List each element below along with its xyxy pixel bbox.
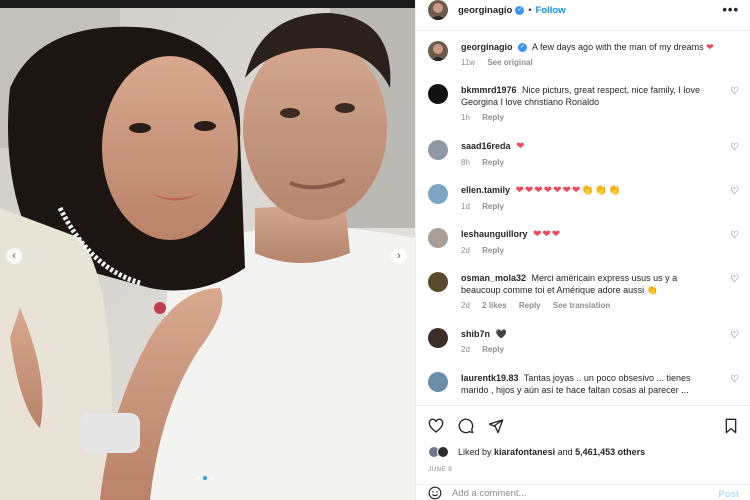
avatar[interactable] [428, 228, 448, 248]
comment-meta: 2d Reply [461, 245, 716, 257]
post-button[interactable]: Post [718, 489, 739, 500]
comment-meta: 2d Reply [461, 344, 716, 356]
comment-age: 2d [461, 246, 470, 255]
heart-icon[interactable]: ♡ [730, 186, 739, 197]
comments-list[interactable]: georginagio ✓ A few days ago with the ma… [416, 30, 750, 405]
caption-age: 11w [461, 58, 476, 67]
post-date: JUNE 8 [428, 466, 453, 473]
comment-age: 2d [461, 345, 470, 354]
share-icon[interactable] [488, 418, 504, 434]
likes-count[interactable]: 2 likes [482, 301, 506, 310]
caption-meta: 11w See original [461, 57, 716, 69]
avatar [437, 446, 449, 458]
reply-button[interactable]: Reply [482, 246, 504, 255]
liked-by-user[interactable]: kiarafontanesi [494, 447, 555, 457]
avatar[interactable] [428, 41, 448, 61]
action-icons [428, 418, 504, 434]
comment-username[interactable]: osman_mola32 [461, 273, 526, 283]
reply-button[interactable]: Reply [482, 158, 504, 167]
instagram-post-view: ‹ › georginagio ✓ • Follow ••• georginag… [0, 0, 750, 500]
heart-icon[interactable]: ♡ [730, 330, 739, 341]
comment-text: ❤❤❤ [533, 229, 562, 240]
comment-body: bkmmrd1976 Nice picturs, great respect, … [461, 84, 716, 124]
post-photo[interactable]: ‹ › [0, 8, 415, 500]
caption-username[interactable]: georginagio [461, 42, 513, 52]
liked-count[interactable]: 5,461,453 others [575, 447, 645, 457]
heart-icon[interactable] [428, 418, 444, 434]
comment-body: laurentk19.83 Tantas joyas .. un poco ob… [461, 372, 716, 396]
emoji-icon[interactable] [428, 486, 442, 500]
avatar[interactable] [428, 328, 448, 348]
more-options-icon[interactable]: ••• [722, 2, 739, 17]
comment-meta: 8h Reply [461, 157, 716, 169]
comment-body: shib7n 🖤 2d Reply [461, 328, 716, 356]
comment-age: 1d [461, 202, 470, 211]
carousel-dot [196, 476, 200, 480]
verified-icon: ✓ [515, 5, 525, 15]
liked-by-prefix: Liked by [458, 447, 492, 457]
chevron-right-icon[interactable]: › [391, 248, 407, 264]
reply-button[interactable]: Reply [482, 345, 504, 354]
comment-text: ❤ [516, 141, 526, 152]
see-original-link[interactable]: See original [487, 58, 532, 67]
comment-icon[interactable] [458, 418, 474, 434]
comment-username[interactable]: shib7n [461, 329, 490, 339]
comment-body: saad16reda ❤ 8h Reply [461, 140, 716, 169]
comment-age: 2d [461, 301, 470, 310]
comment-username[interactable]: leshaunguillory [461, 229, 528, 239]
chevron-left-icon[interactable]: ‹ [6, 248, 22, 264]
top-bar [0, 0, 415, 8]
comment-username[interactable]: ellen.tamily [461, 185, 510, 195]
photo-illustration [0, 8, 415, 500]
comment-meta: 1d Reply [461, 201, 716, 213]
reply-button[interactable]: Reply [482, 113, 504, 122]
carousel-dots [196, 476, 214, 480]
add-comment-input[interactable] [452, 487, 702, 499]
comment-body: ellen.tamily ❤❤❤❤❤❤❤👏👏👏 1d Reply [461, 184, 716, 213]
comment-body: osman_mola32 Merci américain express usu… [461, 272, 716, 312]
heart-icon[interactable]: ♡ [730, 274, 739, 285]
comment-age: 8h [461, 158, 470, 167]
comment-username[interactable]: laurentk19.83 [461, 373, 519, 383]
comment-meta: 1h Reply [461, 112, 716, 124]
heart-icon[interactable]: ♡ [730, 86, 739, 97]
comment-username[interactable]: bkmmrd1976 [461, 85, 517, 95]
post-actions: Liked by kiarafontanesi and 5,461,453 ot… [416, 405, 750, 500]
add-comment-bar: Post [416, 484, 750, 500]
heart-icon[interactable]: ♡ [730, 374, 739, 385]
verified-icon: ✓ [518, 43, 528, 53]
post-header: georginagio ✓ • Follow ••• [416, 0, 750, 20]
header-separator: • [528, 5, 532, 15]
avatar[interactable] [428, 372, 448, 392]
comment-age: 1h [461, 113, 470, 122]
liked-avatars [428, 446, 452, 458]
post-side-panel: georginagio ✓ • Follow ••• georginagio ✓… [415, 0, 750, 500]
heart-icon[interactable]: ♡ [730, 142, 739, 153]
comment-meta: 2d 2 likes Reply See translation [461, 300, 716, 312]
see-translation-link[interactable]: See translation [553, 301, 610, 310]
liked-by[interactable]: Liked by kiarafontanesi and 5,461,453 ot… [428, 446, 645, 458]
avatar[interactable] [428, 84, 448, 104]
caption-body: georginagio ✓ A few days ago with the ma… [461, 41, 716, 69]
follow-button[interactable]: Follow [536, 5, 566, 16]
avatar[interactable] [428, 272, 448, 292]
heart-emoji: ❤ [706, 42, 714, 52]
comment-username[interactable]: saad16reda [461, 141, 511, 151]
caption-text: A few days ago with the man of my dreams [532, 42, 704, 52]
carousel-dot [210, 476, 214, 480]
avatar[interactable] [428, 184, 448, 204]
heart-icon[interactable]: ♡ [730, 230, 739, 241]
save-icon[interactable] [723, 418, 739, 434]
avatar[interactable] [428, 0, 448, 20]
reply-button[interactable]: Reply [482, 202, 504, 211]
comment-text: ❤❤❤❤❤❤❤👏👏👏 [515, 185, 622, 196]
reply-button[interactable]: Reply [519, 301, 541, 310]
carousel-dot-active [203, 476, 207, 480]
avatar[interactable] [428, 140, 448, 160]
comment-body: leshaunguillory ❤❤❤ 2d Reply [461, 228, 716, 257]
liked-by-and: and [557, 447, 573, 457]
header-username[interactable]: georginagio [458, 5, 512, 16]
comment-text: 🖤 [495, 329, 507, 339]
